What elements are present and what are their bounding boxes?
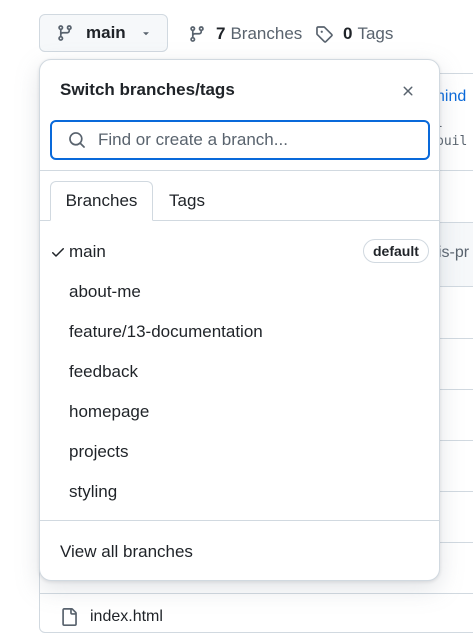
branches-link-label: Branches [230,24,303,43]
git-branch-icon [188,25,206,43]
tags-link-label: Tags [357,24,394,43]
branch-switcher-popover: Switch branches/tags Branches Tags main … [39,59,440,581]
tab-branches[interactable]: Branches [50,181,153,221]
branch-item-projects[interactable]: projects [40,432,439,472]
branch-name: main [69,242,106,261]
file-name: index.html [90,608,163,625]
branch-name: styling [69,482,118,501]
file-icon [60,608,78,626]
branch-name: projects [69,442,129,461]
branch-list: main default about-me feature/13-documen… [40,232,439,512]
branch-search-input[interactable] [96,129,428,151]
branch-name: feedback [69,362,138,381]
tab-tags[interactable]: Tags [160,181,214,221]
branch-search-field[interactable] [50,120,430,160]
row-divider [39,593,473,594]
search-icon [68,131,86,149]
file-row[interactable]: index.html [60,608,163,626]
branches-link[interactable]: 7 Branches [188,22,302,46]
default-badge: default [363,239,429,263]
commit-message-fragment: is-pr [438,244,470,261]
x-icon [400,83,416,99]
branch-item-about-me[interactable]: about-me [40,272,439,312]
git-branch-icon [56,24,74,42]
check-icon [50,244,66,260]
branches-count: 7 [216,24,226,43]
branch-item-homepage[interactable]: homepage [40,392,439,432]
branch-item-styling[interactable]: styling [40,472,439,512]
tags-link[interactable]: 0 Tags [315,22,393,46]
branch-name: feature/13-documentation [69,322,263,341]
branch-item-main[interactable]: main default [40,232,439,272]
popover-title: Switch branches/tags [60,80,235,99]
popover-footer-divider [40,520,439,521]
triangle-down-icon [140,27,152,39]
branch-item-feedback[interactable]: feedback [40,352,439,392]
tags-count: 0 [343,24,353,43]
view-all-branches-link[interactable]: View all branches [60,542,193,562]
popover-divider [40,170,439,171]
close-button[interactable] [396,79,420,103]
tag-icon [315,25,333,43]
branch-name: about-me [69,282,141,301]
branch-item-feature-13-documentation[interactable]: feature/13-documentation [40,312,439,352]
commit-code-fragment: -buil [436,119,468,149]
branch-name: homepage [69,402,150,421]
branch-select-button[interactable]: main [39,14,168,52]
branch-select-label: main [86,23,126,42]
commit-status-link[interactable]: hind [436,88,466,106]
